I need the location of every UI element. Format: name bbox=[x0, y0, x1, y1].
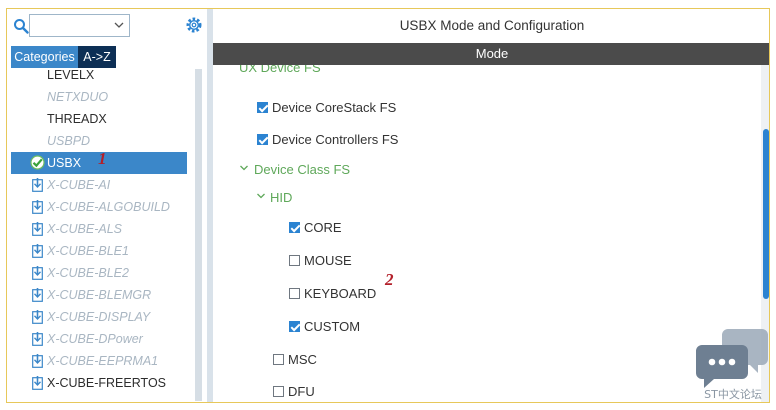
tree-item-x-cube-ble1[interactable]: X-CUBE-BLE1 bbox=[11, 240, 187, 262]
option-label: MSC bbox=[288, 352, 317, 367]
option-label: KEYBOARD bbox=[304, 286, 377, 301]
tree-item-x-cube-display[interactable]: X-CUBE-DISPLAY bbox=[11, 306, 187, 328]
download-icon bbox=[32, 266, 43, 280]
tree-item-x-cube-blemgr[interactable]: X-CUBE-BLEMGR bbox=[11, 284, 187, 306]
tree-item-x-cube-eeprma1[interactable]: X-CUBE-EEPRMA1 bbox=[11, 350, 187, 372]
download-icon bbox=[32, 354, 43, 368]
checkbox[interactable] bbox=[257, 134, 268, 145]
download-icon bbox=[32, 222, 43, 236]
tree-item-label: THREADX bbox=[47, 112, 107, 126]
app-window: Categories A->Z LEVELX NETXDUO THREADX U… bbox=[6, 8, 770, 403]
tree-item-x-cube-ai[interactable]: X-CUBE-AI bbox=[11, 174, 187, 196]
tree-item-label: NETXDUO bbox=[47, 90, 109, 104]
option-label: UX Device FS bbox=[239, 65, 321, 75]
tab-a-to-z[interactable]: A->Z bbox=[78, 46, 116, 68]
download-icon bbox=[32, 310, 43, 324]
tree-item-x-cube-algobuild[interactable]: X-CUBE-ALGOBUILD bbox=[11, 196, 187, 218]
annotation-marker-1: 1 bbox=[98, 149, 107, 168]
gear-icon[interactable] bbox=[185, 16, 203, 34]
tree-item-netxduo[interactable]: NETXDUO bbox=[11, 86, 187, 108]
right-scrollbar-thumb[interactable] bbox=[763, 129, 769, 299]
right-panel: USBX Mode and Configuration Mode UX Devi… bbox=[213, 9, 769, 402]
group-label: Device Class FS bbox=[254, 162, 351, 177]
option-label: CORE bbox=[304, 220, 342, 235]
checkbox[interactable] bbox=[273, 354, 284, 365]
search-row bbox=[11, 13, 203, 39]
tree-item-label: X-CUBE-BLE2 bbox=[47, 266, 129, 280]
option-label: Device Controllers FS bbox=[272, 132, 399, 147]
download-icon bbox=[32, 376, 43, 390]
tree-item-levelx[interactable]: LEVELX bbox=[11, 69, 187, 86]
tree-item-label: X-CUBE-ALGOBUILD bbox=[47, 200, 170, 214]
tree-item-label: X-CUBE-BLEMGR bbox=[47, 288, 152, 302]
tree-item-label: USBPD bbox=[47, 134, 91, 148]
left-scrollbar[interactable] bbox=[195, 69, 202, 401]
tree-item-label: X-CUBE-DISPLAY bbox=[47, 310, 151, 324]
option-label: Device CoreStack FS bbox=[272, 100, 397, 115]
option-label: MOUSE bbox=[304, 253, 352, 268]
checkbox[interactable] bbox=[289, 255, 300, 266]
mode-options: UX Device FS Device CoreStack FS Device … bbox=[213, 65, 761, 402]
option-label: DFU bbox=[288, 384, 315, 399]
tree-item-label: X-CUBE-AI bbox=[47, 178, 111, 192]
tree-item-label: X-CUBE-ALS bbox=[47, 222, 123, 236]
panel-title: USBX Mode and Configuration bbox=[213, 9, 769, 43]
tree-item-label: X-CUBE-BLE1 bbox=[47, 244, 129, 258]
left-panel: Categories A->Z LEVELX NETXDUO THREADX U… bbox=[7, 9, 207, 402]
checkbox[interactable] bbox=[289, 222, 300, 233]
chevron-down-icon[interactable] bbox=[239, 163, 249, 173]
download-icon bbox=[32, 244, 43, 258]
watermark-text: ST中文论坛 bbox=[704, 388, 762, 401]
tab-categories[interactable]: Categories bbox=[11, 46, 78, 68]
download-icon bbox=[32, 332, 43, 346]
search-input[interactable] bbox=[30, 15, 112, 36]
search-combobox[interactable] bbox=[29, 14, 130, 37]
tree-item-label: USBX bbox=[47, 156, 82, 170]
download-icon bbox=[32, 288, 43, 302]
group-label: HID bbox=[270, 190, 293, 205]
green-check-icon bbox=[30, 155, 45, 170]
tree-item-x-cube-ble2[interactable]: X-CUBE-BLE2 bbox=[11, 262, 187, 284]
chevron-down-icon[interactable] bbox=[256, 191, 266, 201]
checkbox[interactable] bbox=[273, 386, 284, 397]
tree-item-label: X-CUBE-FREERTOS bbox=[47, 376, 167, 390]
tree-item-x-cube-als[interactable]: X-CUBE-ALS bbox=[11, 218, 187, 240]
tree-item-label: X-CUBE-DPower bbox=[47, 332, 143, 346]
tree-item-x-cube-dpower[interactable]: X-CUBE-DPower bbox=[11, 328, 187, 350]
left-scrollbar-thumb[interactable] bbox=[195, 69, 202, 401]
option-label: CUSTOM bbox=[304, 319, 361, 334]
chevron-down-icon[interactable] bbox=[112, 18, 126, 32]
download-icon bbox=[32, 200, 43, 214]
tree-item-x-cube-freertos[interactable]: X-CUBE-FREERTOS bbox=[11, 372, 187, 394]
tree-item-label: LEVELX bbox=[47, 69, 95, 82]
download-icon bbox=[32, 178, 43, 192]
checkbox[interactable] bbox=[257, 102, 268, 113]
tree-item-threadx[interactable]: THREADX bbox=[11, 108, 187, 130]
search-icon[interactable] bbox=[13, 18, 29, 34]
tree-item-label: X-CUBE-EEPRMA1 bbox=[47, 354, 159, 368]
component-tree: LEVELX NETXDUO THREADX USBPD USBX X-CUBE bbox=[11, 69, 201, 399]
checkbox[interactable] bbox=[289, 288, 300, 299]
mode-section-header[interactable]: Mode bbox=[213, 43, 769, 65]
checkbox[interactable] bbox=[289, 321, 300, 332]
annotation-marker-2: 2 bbox=[385, 270, 394, 289]
